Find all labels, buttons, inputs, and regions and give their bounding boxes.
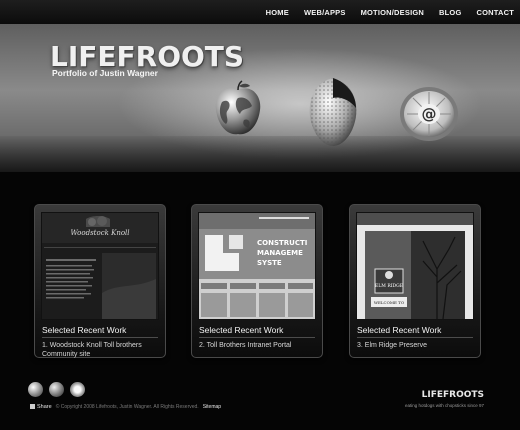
card-title: Selected Recent Work bbox=[42, 325, 127, 335]
share-label: Share bbox=[37, 404, 52, 410]
toll-brothers-thumbnail[interactable]: CONSTRUCTI MANAGEME SYSTE bbox=[198, 212, 316, 320]
thumb-welcome-text: WELCOME TO bbox=[374, 300, 405, 305]
nav-motion-design[interactable]: MOTION/DESIGN bbox=[361, 8, 424, 17]
toll-brothers-screenshot: CONSTRUCTI MANAGEME SYSTE bbox=[199, 213, 315, 319]
card-divider bbox=[199, 337, 315, 338]
work-card-toll-brothers-intranet[interactable]: CONSTRUCTI MANAGEME SYSTE Selected Recen… bbox=[191, 204, 323, 358]
share-link[interactable]: Share bbox=[30, 404, 52, 410]
recent-work-section: Woodstock Knoll Selected Recent Work 1. … bbox=[34, 204, 481, 364]
woodstock-knoll-screenshot: Woodstock Knoll bbox=[42, 213, 158, 319]
footer-logo[interactable]: LIFEFROOTS bbox=[422, 390, 484, 400]
email-icon[interactable] bbox=[70, 382, 85, 397]
woodstock-knoll-thumbnail[interactable]: Woodstock Knoll bbox=[41, 212, 159, 320]
share-icon bbox=[30, 404, 35, 410]
thumb-management-text: MANAGEME bbox=[257, 249, 303, 257]
thumb-woodstock-title: Woodstock Knoll bbox=[70, 229, 129, 237]
globe-icon[interactable] bbox=[28, 382, 43, 397]
work-card-woodstock-knoll[interactable]: Woodstock Knoll Selected Recent Work 1. … bbox=[34, 204, 166, 358]
svg-text:@: @ bbox=[422, 105, 437, 123]
card-title: Selected Recent Work bbox=[199, 325, 284, 335]
work-card-elm-ridge[interactable]: ELM RIDGE WELCOME TO Selected Recent Wor… bbox=[349, 204, 481, 358]
footer-text: Share © Copyright 2008 Lifefroots, Justi… bbox=[30, 404, 221, 410]
top-bar: HOME WEB/APPS MOTION/DESIGN BLOG CONTACT bbox=[0, 0, 520, 24]
card-description[interactable]: 1. Woodstock Knoll Toll brothers Communi… bbox=[42, 341, 162, 359]
nav-home[interactable]: HOME bbox=[266, 8, 289, 17]
nav-contact[interactable]: CONTACT bbox=[476, 8, 514, 17]
nav-web-apps[interactable]: WEB/APPS bbox=[304, 8, 346, 17]
card-description[interactable]: 2. Toll Brothers Intranet Portal bbox=[199, 341, 319, 350]
grater-icon[interactable] bbox=[49, 382, 64, 397]
sitemap-link[interactable]: Sitemap bbox=[203, 404, 221, 410]
card-divider bbox=[357, 337, 473, 338]
card-title: Selected Recent Work bbox=[357, 325, 442, 335]
copyright-text: © Copyright 2008 Lifefroots, Justin Wagn… bbox=[55, 404, 199, 410]
globe-apple-icon bbox=[215, 80, 261, 135]
footer-icons bbox=[28, 382, 85, 397]
thumb-construction-text: CONSTRUCTI bbox=[257, 239, 307, 247]
main-nav: HOME WEB/APPS MOTION/DESIGN BLOG CONTACT bbox=[266, 0, 514, 24]
grater-fruit-icon bbox=[309, 78, 357, 146]
email-orange-icon: @ bbox=[400, 87, 458, 141]
elm-ridge-thumbnail[interactable]: ELM RIDGE WELCOME TO bbox=[356, 212, 474, 320]
card-divider bbox=[42, 337, 158, 338]
thumb-system-text: SYSTE bbox=[257, 259, 282, 267]
hero-banner: LIFEFROOTS Portfolio of Justin Wagner @ bbox=[0, 24, 520, 172]
footer-tagline: eating hotdogs with chopsticks since 97 bbox=[404, 403, 484, 408]
site-tagline: Portfolio of Justin Wagner bbox=[52, 68, 158, 78]
nav-blog[interactable]: BLOG bbox=[439, 8, 461, 17]
card-description[interactable]: 3. Elm Ridge Preserve bbox=[357, 341, 477, 350]
elm-ridge-screenshot: ELM RIDGE WELCOME TO bbox=[357, 213, 473, 319]
thumb-elm-ridge-sign: ELM RIDGE bbox=[375, 283, 403, 289]
